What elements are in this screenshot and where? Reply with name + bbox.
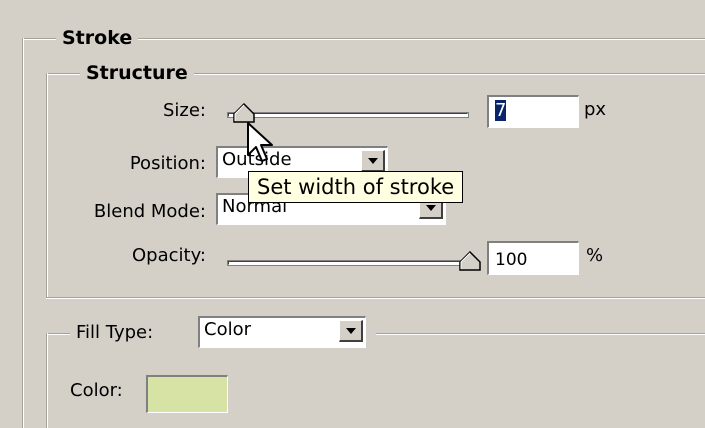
fill-group-top-border-left <box>46 333 70 335</box>
fill-group-top-border-right <box>376 333 705 335</box>
opacity-slider-track[interactable] <box>228 261 468 265</box>
fill-group-left-border <box>46 333 48 428</box>
fill-type-dropdown-arrow-icon[interactable] <box>339 320 363 342</box>
opacity-field[interactable]: 100 <box>487 241 579 275</box>
opacity-slider-thumb-icon[interactable] <box>459 251 481 271</box>
size-slider-thumb-icon[interactable] <box>233 103 255 123</box>
fill-type-label: Fill Type: <box>76 322 154 343</box>
structure-group-bottom-border <box>46 297 705 299</box>
opacity-value: 100 <box>495 250 528 270</box>
opacity-label: Opacity: <box>132 245 206 266</box>
structure-group-title: Structure <box>80 61 194 85</box>
fill-type-select[interactable]: Color <box>198 316 366 348</box>
opacity-unit: % <box>586 245 604 266</box>
structure-group-left-border <box>46 73 48 297</box>
fill-type-value: Color <box>204 319 251 340</box>
tooltip: Set width of stroke <box>248 171 464 203</box>
blend-mode-label: Blend Mode: <box>93 201 206 222</box>
stroke-group-left-border <box>22 38 24 428</box>
size-label: Size: <box>162 100 206 121</box>
stroke-group-title: Stroke <box>56 26 139 50</box>
position-label: Position: <box>129 153 206 174</box>
size-unit: px <box>584 99 607 120</box>
color-label: Color: <box>70 380 123 401</box>
color-swatch[interactable] <box>146 375 228 413</box>
size-value: 7 <box>495 100 507 121</box>
position-dropdown-arrow-icon[interactable] <box>361 150 385 172</box>
size-field[interactable]: 7 <box>487 95 579 128</box>
size-slider-track[interactable] <box>228 113 468 117</box>
mouse-cursor-icon <box>247 122 273 162</box>
